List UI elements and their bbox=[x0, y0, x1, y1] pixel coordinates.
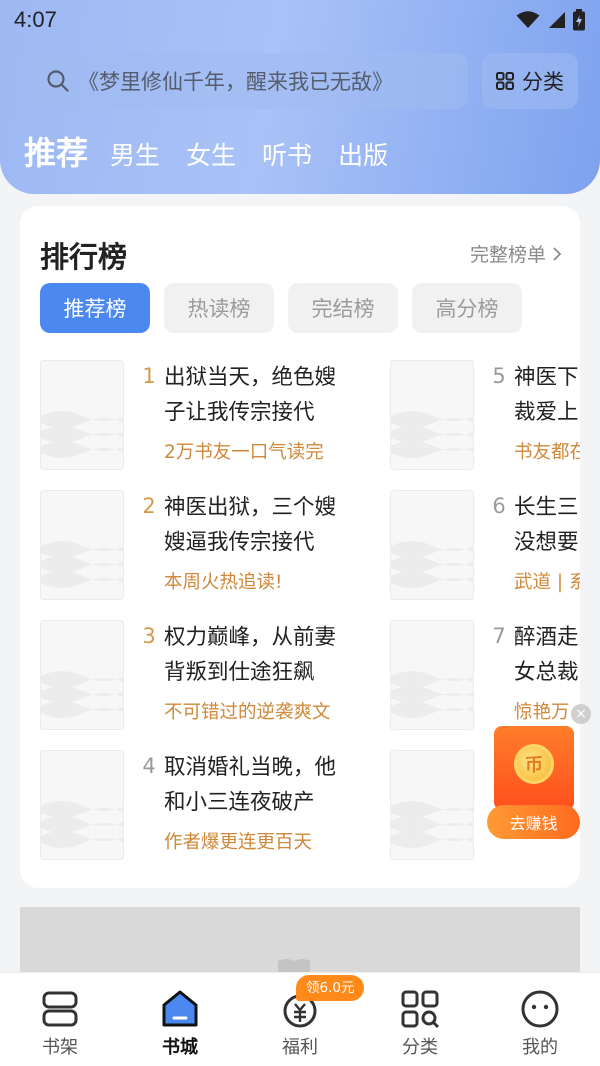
ranking-chips: 推荐榜 热读榜 完结榜 高分榜 bbox=[40, 283, 522, 333]
book-cover bbox=[40, 490, 124, 600]
chip-high-score[interactable]: 高分榜 bbox=[412, 283, 522, 333]
nav-bookshelf[interactable]: 书架 bbox=[0, 973, 120, 1066]
coin-icon: 币 bbox=[514, 744, 554, 784]
book-item[interactable]: 5 神医下 裁爱上书友都在 bbox=[390, 360, 580, 470]
nav-label: 书城 bbox=[162, 1037, 198, 1058]
banner-placeholder[interactable] bbox=[20, 907, 580, 977]
tab-female[interactable]: 女生 bbox=[186, 136, 236, 172]
book-rank: 5 bbox=[492, 364, 506, 388]
book-tag: 本周火热追读! bbox=[164, 572, 283, 593]
tab-audiobook[interactable]: 听书 bbox=[262, 136, 312, 172]
nav-welfare[interactable]: 福利 领6.0元 bbox=[240, 973, 365, 1066]
book-rank: 1 bbox=[142, 364, 156, 388]
grid-icon bbox=[496, 72, 514, 90]
book-tag: 武道 | 系 bbox=[514, 572, 580, 593]
category-button-label: 分类 bbox=[522, 70, 564, 94]
signal-icon bbox=[549, 12, 565, 28]
ranking-title: 排行榜 bbox=[40, 240, 128, 274]
nav-label: 分类 bbox=[402, 1037, 438, 1058]
book-cover bbox=[390, 490, 474, 600]
book-item[interactable]: 2 神医出狱，三个嫂 嫂逼我传宗接代本周火热追读! bbox=[40, 490, 380, 600]
category-icon bbox=[401, 990, 440, 1029]
welfare-badge: 领6.0元 bbox=[296, 975, 365, 1001]
tab-publish[interactable]: 出版 bbox=[338, 136, 388, 172]
nav-label: 福利 bbox=[282, 1037, 318, 1058]
tab-male[interactable]: 男生 bbox=[110, 136, 160, 172]
full-ranking-label: 完整榜单 bbox=[469, 244, 546, 266]
chip-finished[interactable]: 完结榜 bbox=[288, 283, 398, 333]
book-item[interactable]: 4 取消婚礼当晚，他 和小三连夜破产作者爆更连更百天 bbox=[40, 750, 380, 860]
book-cover bbox=[40, 620, 124, 730]
book-cover bbox=[390, 620, 474, 730]
nav-bookstore[interactable]: 书城 bbox=[120, 973, 240, 1066]
book-title: 神医下 裁爱上 bbox=[514, 365, 579, 425]
book-item[interactable]: 3 权力巅峰，从前妻 背叛到仕途狂飙不可错过的逆袭爽文 bbox=[40, 620, 380, 730]
book-tag: 书友都在 bbox=[514, 442, 580, 463]
book-tag: 作者爆更连更百天 bbox=[164, 832, 313, 853]
book-cover bbox=[390, 360, 474, 470]
book-tag: 2万书友一口气读完 bbox=[164, 442, 324, 463]
status-time: 4:07 bbox=[14, 7, 57, 32]
bottom-nav: 书架 书城 福利 领6.0元 分类 我的 bbox=[0, 972, 600, 1066]
book-cover bbox=[40, 750, 124, 860]
nav-label: 书架 bbox=[42, 1037, 78, 1058]
nav-label: 我的 bbox=[522, 1037, 558, 1058]
close-icon[interactable]: × bbox=[571, 704, 591, 724]
search-placeholder: 《梦里修仙千年，醒来我已无敌》 bbox=[78, 70, 393, 94]
category-button[interactable]: 分类 bbox=[482, 53, 578, 109]
battery-icon bbox=[573, 9, 585, 31]
book-title: 权力巅峰，从前妻 背叛到仕途狂飙 bbox=[164, 625, 337, 685]
book-item[interactable]: 6 长生三 没想要武道 | 系 bbox=[390, 490, 580, 600]
wifi-icon bbox=[516, 11, 540, 28]
book-tag: 不可错过的逆袭爽文 bbox=[164, 702, 331, 723]
book-title: 醉酒走 女总裁 bbox=[514, 625, 579, 685]
bookstore-icon bbox=[162, 990, 198, 1027]
chip-hot[interactable]: 热读榜 bbox=[164, 283, 274, 333]
status-bar: 4:07 bbox=[0, 0, 600, 40]
floating-earn-ad[interactable]: 币 去赚钱 × bbox=[487, 704, 591, 840]
nav-profile[interactable]: 我的 bbox=[480, 973, 600, 1066]
top-tabs: 推荐 男生 女生 听书 出版 bbox=[24, 128, 414, 174]
nav-category[interactable]: 分类 bbox=[360, 973, 480, 1066]
bookshelf-icon bbox=[42, 991, 78, 1027]
book-item[interactable]: 1 出狱当天，绝色嫂 子让我传宗接代 2万书友一口气读完 bbox=[40, 360, 380, 470]
chevron-right-icon bbox=[553, 246, 562, 261]
tab-recommend[interactable]: 推荐 bbox=[24, 128, 88, 174]
book-cover bbox=[40, 360, 124, 470]
book-cover bbox=[390, 750, 474, 860]
book-rank: 3 bbox=[142, 624, 156, 648]
book-title: 出狱当天，绝色嫂 子让我传宗接代 bbox=[164, 365, 337, 425]
book-rank: 2 bbox=[142, 494, 156, 518]
search-icon bbox=[47, 70, 69, 92]
book-title: 取消婚礼当晚，他 和小三连夜破产 bbox=[164, 755, 337, 815]
book-rank: 4 bbox=[142, 754, 156, 778]
full-ranking-link[interactable]: 完整榜单 bbox=[470, 240, 562, 267]
profile-icon bbox=[521, 990, 559, 1028]
chip-recommend[interactable]: 推荐榜 bbox=[40, 283, 150, 333]
earn-money-button[interactable]: 去赚钱 bbox=[487, 805, 580, 839]
search-input[interactable]: 《梦里修仙千年，醒来我已无敌》 bbox=[22, 53, 468, 109]
book-rank: 6 bbox=[492, 494, 506, 518]
book-title: 长生三 没想要 bbox=[514, 495, 579, 555]
book-title: 神医出狱，三个嫂 嫂逼我传宗接代 bbox=[164, 495, 337, 555]
